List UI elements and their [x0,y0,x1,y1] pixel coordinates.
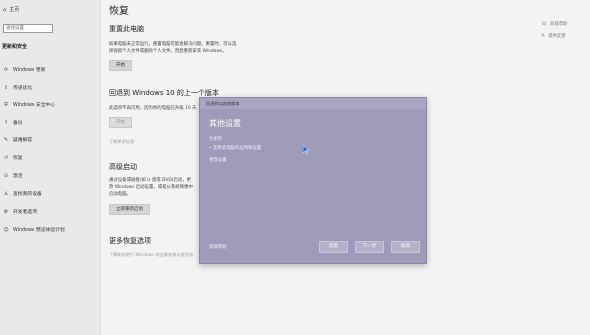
goback-desc: 此选项不再可用，因为你的电脑已升级 10 天 [109,106,197,111]
sidebar-item-label: 备份 [13,121,23,126]
reset-desc-1: 如果电脑未正常运行，重置电脑可能会解决问题。重置时，可以选 [109,42,237,47]
sidebar-item-label: 激活 [13,174,23,179]
sidebar-home-label: 主页 [9,7,20,13]
reset-desc-2: 择保留个人文件或删除个人文件，然后重新安装 Windows。 [109,49,227,54]
sidebar-item-label: Windows 更新 [13,68,46,73]
windows-insider-icon: ☺ [3,226,9,233]
page-title: 恢复 [109,6,129,17]
sidebar-item-backup[interactable]: ↑ 备份 [3,119,23,127]
cancel-button[interactable]: 取消 [391,241,420,253]
sidebar-item-developer[interactable]: ⚙ 开发者选项 [3,208,37,216]
developer-icon: ⚙ [3,208,9,215]
person-locate-icon: ♙ [3,190,9,197]
change-settings-link[interactable]: 更改设置 [209,157,227,163]
sidebar-item-label: 疑难解答 [13,138,33,143]
sidebar-item-windows-security[interactable]: ⛨ Windows 安全中心 [3,101,56,109]
sidebar-item-troubleshoot[interactable]: ✎ 疑难解答 [3,136,33,144]
clean-install-link[interactable]: 了解如何进行 Windows 的全新安装以便开始 [109,252,193,258]
sidebar-item-recovery[interactable]: ↺ 恢复 [3,154,23,162]
dialog-heading: 其他设置 [209,119,241,128]
dialog-subtitle: 为更新 [209,137,223,142]
sidebar-item-label: 恢复 [13,156,23,161]
right-links: ☏ 获取帮助 ✎ 提供反馈 [541,21,567,45]
reset-start-button[interactable]: 开始 [109,60,132,71]
sidebar: ⌂ 主页 查找设置 更新和安全 ⟳ Windows 更新 ⇪ 传递优化 ⛨ Wi… [0,0,101,335]
help-icon: ☏ [541,21,548,27]
goback-learn-more-link[interactable]: 了解更多信息 [109,139,134,145]
give-feedback-label: 提供反馈 [548,34,566,39]
sidebar-section-title: 更新和安全 [2,44,28,50]
sidebar-item-activation[interactable]: ⊙ 激活 [3,172,23,180]
sidebar-item-windows-update[interactable]: ⟳ Windows 更新 [3,66,46,74]
sidebar-item-label: Windows 安全中心 [13,103,56,108]
advanced-desc-3: 启动电脑。 [109,192,131,197]
reset-heading: 重置此电脑 [109,25,144,33]
key-icon: ⊙ [3,172,9,179]
dialog-help-link[interactable]: 获取帮助 [209,244,227,250]
dialog-bullet: • 还原此电脑的应用和设置 [209,146,262,151]
shield-icon: ⛨ [4,101,8,108]
give-feedback-link[interactable]: ✎ 提供反馈 [541,33,567,39]
sidebar-item-find-my-device[interactable]: ♙ 查找我的设备 [3,190,42,198]
sidebar-home[interactable]: ⌂ 主页 [3,6,20,14]
recovery-icon: ↺ [3,154,9,161]
sidebar-item-label: Windows 预览体验计划 [13,228,65,233]
restart-now-button[interactable]: 立即重新启动 [109,204,150,215]
refresh-icon: ⟳ [3,66,9,73]
dialog-titlebar: 回退到以前的版本 [200,98,426,109]
more-options-heading: 更多恢复选项 [109,237,151,245]
sidebar-item-delivery-optimization[interactable]: ⇪ 传递优化 [3,84,33,92]
search-input[interactable]: 查找设置 [3,24,53,33]
get-help-label: 获取帮助 [550,22,568,27]
feedback-icon: ✎ [541,33,546,39]
back-button[interactable]: 后退 [319,241,348,253]
sidebar-item-label: 传递优化 [13,86,33,91]
sidebar-item-insider[interactable]: ☺ Windows 预览体验计划 [3,226,65,234]
wrench-icon: ✎ [3,136,9,143]
sidebar-item-label: 查找我的设备 [13,192,42,197]
upload-icon: ⇪ [3,84,9,91]
go-back-dialog: 回退到以前的版本 其他设置 为更新 • 还原此电脑的应用和设置 更改设置 获取帮… [199,97,427,264]
advanced-heading: 高级启动 [109,163,137,171]
home-icon: ⌂ [3,6,7,13]
get-help-link[interactable]: ☏ 获取帮助 [541,21,567,27]
goback-start-button[interactable]: 开始 [109,117,132,128]
advanced-desc-1: 通过设备或磁盘(如 U 盘或 DVD)启动，更 [109,178,191,183]
backup-arrow-icon: ↑ [3,119,9,126]
advanced-desc-2: 改 Windows 启动设置，或者从系统映像中 [109,185,193,190]
next-button[interactable]: 下一步 [355,241,384,253]
sidebar-item-label: 开发者选项 [13,210,37,215]
